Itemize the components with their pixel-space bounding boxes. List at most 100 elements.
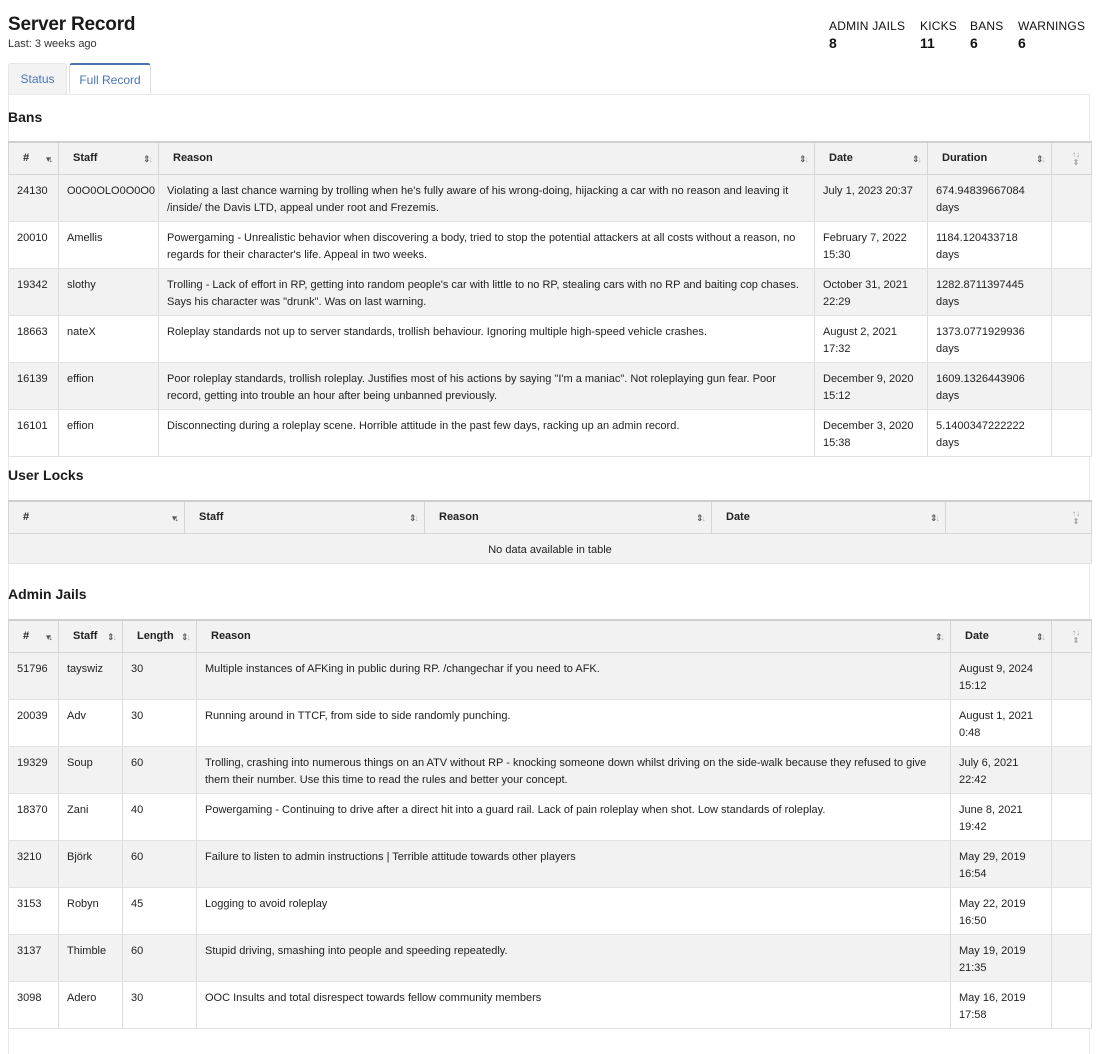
table-cell: 60 [122,934,197,982]
col-header-reason[interactable]: Reason ⇕↓ [158,141,815,175]
table-cell: 16101 [8,409,59,457]
table-cell [1051,934,1092,982]
col-header-label: # [23,152,30,165]
tab-full-record[interactable]: Full Record [69,63,151,94]
col-header-number[interactable]: # ▾↓ [8,500,185,534]
table-cell: Powergaming - Continuing to drive after … [196,793,951,841]
table-cell: May 29, 2019 16:54 [950,840,1052,888]
sort-icon: ⇕↓ [1035,154,1046,164]
table-cell: August 9, 2024 15:12 [950,652,1052,700]
page-header: Server Record Last: 3 weeks ago [8,14,136,50]
table-cell: O0O0OLO0O0O0 [58,174,159,222]
stat-value: 11 [920,35,935,51]
sort-icon: ↑↓ ⇕ [1072,150,1080,167]
col-header-extra[interactable]: ↑↓ ⇕ [945,500,1092,534]
col-header-duration[interactable]: Duration ⇕↓ [927,141,1052,175]
stat-kicks: KICKS 11 [920,19,957,51]
table-cell: 3210 [8,840,59,888]
col-header-date[interactable]: Date ⇕↓ [711,500,946,534]
table-cell: 1184.120433718 days [927,221,1052,269]
table-row: 18663 nateX Roleplay standards not up to s… [8,315,1092,363]
col-header-reason[interactable]: Reason ⇕↓ [196,619,951,653]
table-cell: October 31, 2021 22:29 [814,268,928,316]
table-cell: 51796 [8,652,59,700]
table-cell: 60 [122,840,197,888]
table-row: 51796 tayswiz 30 Multiple instances of AFKi… [8,652,1092,700]
admin-jails-heading: Admin Jails [8,586,87,602]
table-cell: Failure to listen to admin instructions … [196,840,951,888]
col-header-staff[interactable]: Staff ⇕↓ [184,500,425,534]
table-row: 3137 Thimble 60 Stupid driving, smashing in… [8,934,1092,982]
table-cell: Logging to avoid roleplay [196,887,951,935]
table-row: 3153 Robyn 45 Logging to avoid roleplay May … [8,887,1092,935]
col-header-length[interactable]: Length ⇕↓ [122,619,197,653]
table-row: 3210 Björk 60 Failure to listen to admin in… [8,840,1092,888]
table-row: 19342 slothy Trolling - Lack of effort in … [8,268,1092,316]
col-header-date[interactable]: Date ⇕↓ [814,141,928,175]
col-header-number[interactable]: # ▾↓ [8,141,59,175]
stat-label: KICKS [920,19,958,33]
sort-icon: ⇕↓ [408,513,419,523]
table-cell: 3153 [8,887,59,935]
table-cell: Disconnecting during a roleplay scene. H… [158,409,815,457]
table-header-row: # ▾↓ Staff ⇕↓ Reason ⇕↓ Date ⇕↓ ↑↓ ⇕ [8,500,1092,534]
bans-heading: Bans [8,109,43,125]
table-cell: August 2, 2021 17:32 [814,315,928,363]
sort-icon: ⇕↓ [929,513,940,523]
table-cell: August 1, 2021 0:48 [950,699,1052,747]
col-header-staff[interactable]: Staff ⇕↓ [58,619,123,653]
table-cell: July 1, 2023 20:37 [814,174,928,222]
table-cell: July 6, 2021 22:42 [950,746,1052,794]
table-cell: Powergaming - Unrealistic behavior when … [158,221,815,269]
sort-icon: ⇕↓ [911,154,922,164]
table-cell: Amellis [58,221,159,269]
col-header-label: Date [965,630,989,643]
table-cell: 60 [122,746,197,794]
stat-bans: BANS 6 [970,19,1003,51]
col-header-label: Duration [942,152,988,165]
table-cell: Roleplay standards not up to server stan… [158,315,815,363]
table-row: 16139 effion Poor roleplay standards, trol… [8,362,1092,410]
stat-warnings: WARNINGS 6 [1018,19,1085,51]
table-cell: effion [58,362,159,410]
table-cell [1051,268,1092,316]
sort-icon: ⇕↓ [1035,632,1046,642]
col-header-label: Staff [73,152,98,165]
table-cell: 3137 [8,934,59,982]
table-cell [1051,652,1092,700]
table-cell: 30 [122,699,197,747]
col-header-number[interactable]: # ▾↓ [8,619,59,653]
sort-icon: ⇕↓ [142,154,153,164]
table-cell: 30 [122,652,197,700]
table-header-row: # ▾↓ Staff ⇕↓ Reason ⇕↓ Date ⇕↓ Duration ⇕↓ ↑… [8,141,1092,175]
col-header-extra[interactable]: ↑↓ ⇕ [1051,619,1092,653]
table-cell: 16139 [8,362,59,410]
table-cell: Robyn [58,887,123,935]
table-cell [1051,793,1092,841]
table-row: 19329 Soup 60 Trolling, crashing into numer… [8,746,1092,794]
col-header-staff[interactable]: Staff ⇕↓ [58,141,159,175]
col-header-label: Length [137,630,174,643]
col-header-label: Reason [173,152,213,165]
col-header-date[interactable]: Date ⇕↓ [950,619,1052,653]
table-cell: 19329 [8,746,59,794]
table-cell: Adv [58,699,123,747]
table-cell [1051,362,1092,410]
col-header-extra[interactable]: ↑↓ ⇕ [1051,141,1092,175]
table-cell: May 16, 2019 17:58 [950,981,1052,1029]
table-cell: Running around in TTCF, from side to sid… [196,699,951,747]
col-header-reason[interactable]: Reason ⇕↓ [424,500,712,534]
table-cell [1051,221,1092,269]
table-row: 16101 effion Disconnecting during a rolepl… [8,409,1092,457]
col-header-label: Staff [199,511,224,524]
table-cell: Violating a last chance warning by troll… [158,174,815,222]
tab-status[interactable]: Status [8,63,67,94]
col-header-label: # [23,511,30,524]
table-row: 3098 Adero 30 OOC Insults and total disresp… [8,981,1092,1029]
table-cell [1051,699,1092,747]
stat-label: BANS [970,19,1004,33]
table-cell: effion [58,409,159,457]
table-row: 20010 Amellis Powergaming - Unrealistic be… [8,221,1092,269]
table-cell: 19342 [8,268,59,316]
table-cell: 30 [122,981,197,1029]
